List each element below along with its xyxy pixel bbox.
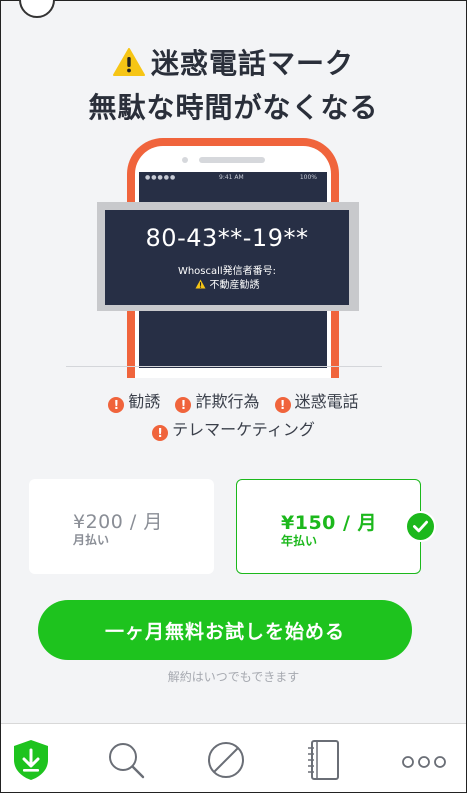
exclamation-icon: ! <box>108 397 125 413</box>
nav-more[interactable] <box>401 738 447 782</box>
category-label: 勧誘 <box>128 392 161 411</box>
block-icon <box>208 742 244 778</box>
bottom-nav <box>1 723 466 792</box>
exclamation-icon: ! <box>274 397 291 413</box>
search-icon <box>109 743 145 779</box>
headline-line2: 無駄な時間がなくなる <box>88 91 379 124</box>
category-row-2: ! テレマーケティング <box>0 416 467 441</box>
illustration-baseline <box>66 366 382 367</box>
plan-yearly-option[interactable]: ¥150 / 月 年払い <box>236 479 421 574</box>
plan-yearly-term: 年払い <box>281 534 318 548</box>
cancel-anytime-note: 解約はいつでもできます <box>167 670 300 684</box>
exclamation-icon: ! <box>152 425 169 441</box>
nav-contacts[interactable] <box>303 738 343 782</box>
signal-dots: ●●●●● <box>145 174 177 181</box>
warning-icon <box>195 279 205 289</box>
nav-search[interactable] <box>106 738 146 782</box>
caller-tag: 不動産勧誘 <box>105 276 349 291</box>
plan-monthly-option[interactable]: ¥200 / 月 月払い <box>29 479 214 574</box>
caller-label: Whoscall発信者番号: <box>177 266 277 277</box>
nav-download-shield[interactable] <box>11 738 51 782</box>
plan-monthly-term: 月払い <box>73 533 110 547</box>
headline-line1-text: 迷惑電話マーク <box>150 47 354 80</box>
exclamation-icon: ! <box>175 397 192 413</box>
category-item: ! 迷惑電話 <box>274 388 359 413</box>
warning-icon <box>112 48 145 76</box>
plan-yearly-price: ¥150 / 月 <box>281 512 378 534</box>
category-row-1: ! 勧誘 ! 詐欺行為 ! 迷惑電話 <box>0 388 467 413</box>
status-time: 9:41 AM <box>219 174 244 181</box>
headline-line1: 迷惑電話マーク <box>0 42 467 82</box>
category-item: ! テレマーケティング <box>152 416 315 441</box>
caller-id-card: 80-43**-19** Whoscall発信者番号: 不動産勧誘 <box>105 210 349 305</box>
phone-camera-dot <box>182 157 188 163</box>
category-label: 詐欺行為 <box>195 392 260 411</box>
status-battery: 100% <box>299 174 317 181</box>
nav-block[interactable] <box>206 738 246 782</box>
category-item: ! 勧誘 <box>108 388 160 413</box>
more-dots-icon <box>402 756 446 768</box>
shield-download-icon <box>14 740 48 780</box>
caller-number: 80-43**-19** <box>145 224 309 252</box>
category-label: 迷惑電話 <box>294 392 359 411</box>
caller-tag-text: 不動産勧誘 <box>209 280 260 291</box>
phone-speaker <box>199 157 265 163</box>
category-label: テレマーケティング <box>172 420 315 439</box>
checkmark-icon <box>405 511 436 542</box>
start-free-trial-button[interactable]: 一ヶ月無料お試しを始める <box>38 600 412 660</box>
notebook-icon <box>308 740 339 780</box>
category-item: ! 詐欺行為 <box>175 388 260 413</box>
plan-monthly-price: ¥200 / 月 <box>73 511 163 533</box>
phone-status-bar: ●●●●● 9:41 AM 100% <box>139 174 327 184</box>
